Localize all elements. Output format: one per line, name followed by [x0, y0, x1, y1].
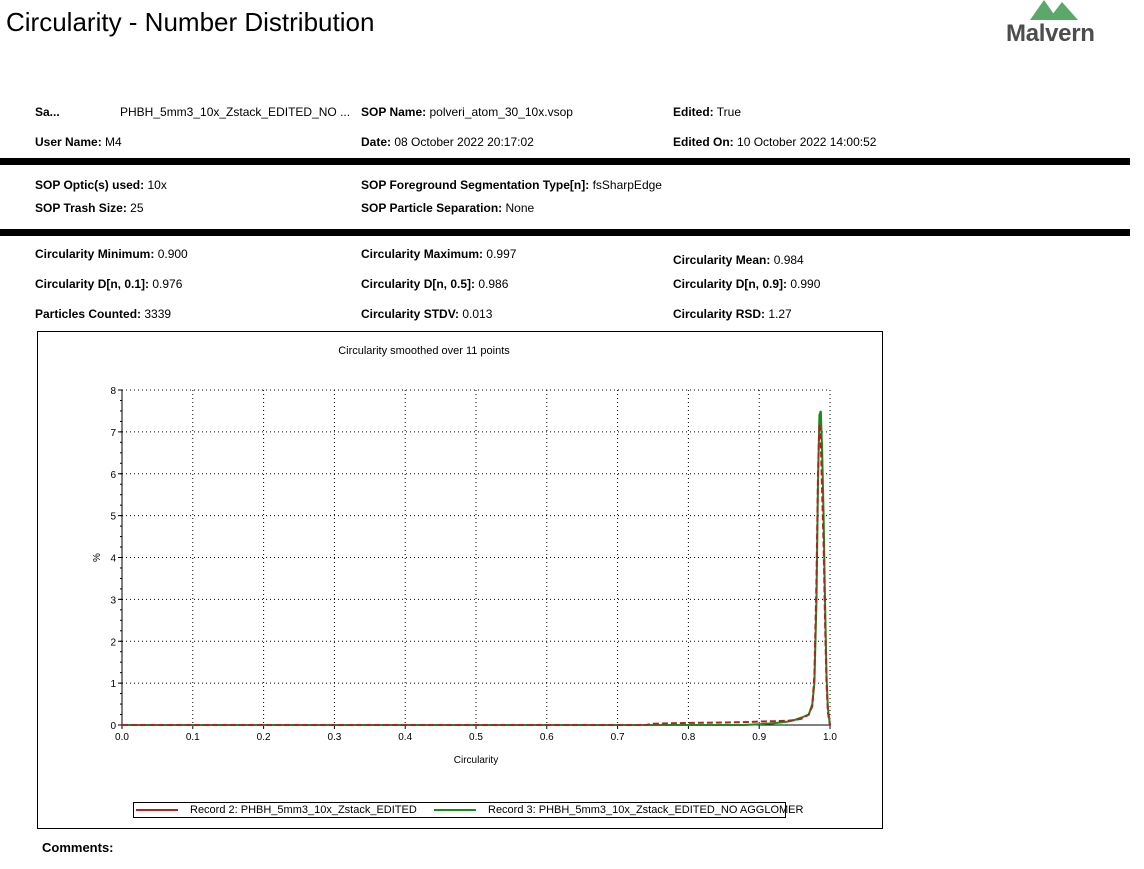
user-name-field: User Name: M4	[35, 135, 122, 149]
field-label: Sa...	[35, 105, 60, 119]
circularity-rsd-field: Circularity RSD: 1.27	[673, 307, 792, 321]
field-value: fsSharpEdge	[592, 178, 662, 192]
field-label: Edited:	[673, 105, 714, 119]
field-label: SOP Trash Size:	[35, 201, 127, 215]
field-label: Circularity RSD:	[673, 307, 766, 321]
field-value: 10 October 2022 14:00:52	[737, 135, 877, 149]
sample-name-field: Sa...	[35, 105, 60, 119]
edited-field: Edited: True	[673, 105, 741, 119]
y-tick-label: 7	[110, 428, 116, 439]
field-value: 25	[130, 201, 144, 215]
sop-trash-size-field: SOP Trash Size: 25	[35, 201, 144, 215]
edited-on-field: Edited On: 10 October 2022 14:00:52	[673, 135, 876, 149]
field-value: 0.986	[478, 277, 509, 291]
date-field: Date: 08 October 2022 20:17:02	[361, 135, 534, 149]
y-tick-label: 4	[110, 554, 116, 565]
x-tick-label: 0.0	[115, 732, 129, 743]
x-tick-label: 0.9	[752, 732, 766, 743]
circularity-minimum-field: Circularity Minimum: 0.900	[35, 247, 188, 261]
field-label: Particles Counted:	[35, 307, 142, 321]
x-axis-label: Circularity	[454, 755, 498, 766]
chart-frame: Circularity smoothed over 11 points 0.0 0.…	[37, 331, 883, 829]
field-label: Circularity Maximum:	[361, 247, 484, 261]
field-label: Circularity STDV:	[361, 307, 460, 321]
circularity-chart: Circularity smoothed over 11 points 0.0 0.…	[92, 345, 837, 766]
chart-title: Circularity smoothed over 11 points	[338, 345, 510, 357]
field-value: 0.013	[462, 307, 493, 321]
sop-name-field: SOP Name: polveri_atom_30_10x.vsop	[361, 105, 573, 119]
x-tick-label: 0.1	[186, 732, 200, 743]
x-tick-label: 0.6	[540, 732, 554, 743]
field-label: Circularity D[n, 0.9]:	[673, 277, 788, 291]
x-tick-label: 0.4	[398, 732, 412, 743]
field-value: 0.984	[773, 253, 804, 267]
y-axis-label: %	[92, 553, 103, 562]
field-label: SOP Foreground Segmentation Type[n]:	[361, 178, 590, 192]
legend-entry-record3: Record 3: PHBH_5mm3_10x_Zstack_EDITED_NO…	[488, 804, 804, 816]
field-value: 10x	[147, 178, 167, 192]
circularity-mean-field: Circularity Mean: 0.984	[673, 253, 804, 267]
y-tick-label: 3	[110, 595, 116, 606]
legend-entry-record2: Record 2: PHBH_5mm3_10x_Zstack_EDITED	[190, 804, 417, 816]
field-value: True	[716, 105, 742, 119]
field-label: SOP Name:	[361, 105, 427, 119]
particles-counted-field: Particles Counted: 3339	[35, 307, 171, 321]
field-value: 1.27	[768, 307, 792, 321]
field-value: 0.997	[486, 247, 517, 261]
malvern-logo: Malvern	[1000, 0, 1110, 50]
chart-legend: Record 2: PHBH_5mm3_10x_Zstack_EDITED Re…	[133, 802, 803, 818]
field-label: Circularity Minimum:	[35, 247, 155, 261]
sop-segmentation-field: SOP Foreground Segmentation Type[n]: fsS…	[361, 178, 662, 192]
y-tick-label: 1	[110, 679, 116, 690]
sop-particle-separation-field: SOP Particle Separation: None	[361, 201, 534, 215]
field-value: M4	[105, 135, 122, 149]
circularity-stdv-field: Circularity STDV: 0.013	[361, 307, 492, 321]
sample-name-value: PHBH_5mm3_10x_Zstack_EDITED_NO ...	[120, 105, 351, 119]
circularity-maximum-field: Circularity Maximum: 0.997	[361, 247, 516, 261]
logo-text: Malvern	[1006, 20, 1095, 47]
page-title: Circularity - Number Distribution	[6, 7, 375, 37]
section-divider	[0, 229, 1130, 236]
y-tick-label: 0	[110, 721, 116, 732]
x-tick-label: 0.3	[327, 732, 341, 743]
field-value: 3339	[144, 307, 172, 321]
circularity-d10-field: Circularity D[n, 0.1]: 0.976	[35, 277, 182, 291]
field-value: 08 October 2022 20:17:02	[394, 135, 534, 149]
legend-swatch-record2	[136, 809, 178, 811]
field-value: None	[505, 201, 535, 215]
y-tick-label: 5	[110, 512, 116, 523]
field-label: Date:	[361, 135, 392, 149]
field-value: 0.976	[152, 277, 183, 291]
field-label: Circularity D[n, 0.1]:	[35, 277, 150, 291]
x-tick-label: 1.0	[823, 732, 837, 743]
circularity-d50-field: Circularity D[n, 0.5]: 0.986	[361, 277, 508, 291]
y-tick-label: 2	[110, 637, 116, 648]
field-value: polveri_atom_30_10x.vsop	[429, 105, 573, 119]
field-label: Circularity D[n, 0.5]:	[361, 277, 476, 291]
sop-optics-field: SOP Optic(s) used: 10x	[35, 178, 167, 192]
field-value: 0.900	[157, 247, 188, 261]
legend-swatch-record3	[434, 809, 476, 811]
x-tick-label: 0.8	[681, 732, 695, 743]
field-label: Edited On:	[673, 135, 734, 149]
y-tick-label: 6	[110, 470, 116, 481]
field-label: SOP Optic(s) used:	[35, 178, 145, 192]
y-tick-label: 8	[110, 386, 116, 397]
field-label: SOP Particle Separation:	[361, 201, 503, 215]
x-tick-label: 0.2	[257, 732, 271, 743]
field-value: 0.990	[790, 277, 821, 291]
field-label: User Name:	[35, 135, 102, 149]
x-tick-label: 0.5	[469, 732, 483, 743]
section-divider	[0, 158, 1130, 165]
x-tick-label: 0.7	[611, 732, 625, 743]
circularity-d90-field: Circularity D[n, 0.9]: 0.990	[673, 277, 820, 291]
comments-label: Comments:	[42, 840, 114, 855]
field-label: Circularity Mean:	[673, 253, 771, 267]
